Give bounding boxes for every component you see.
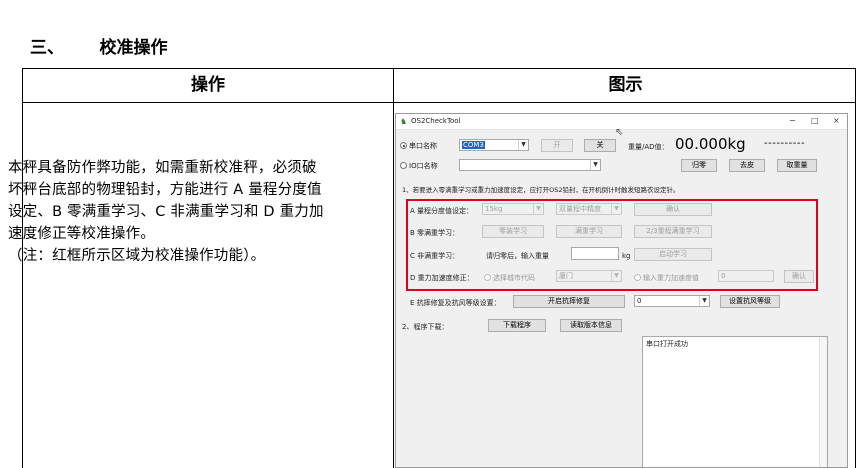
window-title: OS2CheckTool <box>411 117 461 125</box>
precision-value: 双量程中精度 <box>559 205 601 213</box>
description-line: 本秤具备防作弊功能，如需重新校准秤，必须破 <box>8 160 317 176</box>
zero-full-label: B 零满重学习： <box>410 229 460 237</box>
dual-range-learn-button[interactable]: 2/3重程满重学习 <box>634 225 712 238</box>
weight-readout: 00.000kg <box>675 135 746 153</box>
tamper-repair-button[interactable]: 开启抗摔修复 <box>513 295 625 308</box>
gravity-input-label: 输入重力加速度值 <box>643 274 699 282</box>
close-icon[interactable]: × <box>833 116 840 125</box>
fetch-weight-button[interactable]: 取重量 <box>777 159 817 172</box>
chevron-down-icon: ▼ <box>611 204 621 214</box>
full-learn-button[interactable]: 满重学习 <box>556 225 622 238</box>
weight-ad-label: 重量/AD值： <box>628 143 669 151</box>
region-select[interactable]: 厦门 ▼ <box>556 270 622 282</box>
app-window: ♞ OS2CheckTool − □ × ⇖ 串口名称 COM3 ▼ 开 关 重量… <box>395 113 848 468</box>
nonfull-unit: kg <box>622 252 631 260</box>
set-wind-level-button[interactable]: 设置抗风等级 <box>720 295 780 308</box>
precision-select[interactable]: 双量程中精度 ▼ <box>556 203 622 215</box>
io-port-label: IO口名称 <box>409 162 438 170</box>
log-output[interactable]: 串口打开成功 <box>642 336 828 467</box>
serial-port-label: 串口名称 <box>409 142 437 150</box>
tare-button[interactable]: 去皮 <box>729 159 765 172</box>
nonfull-hint: 请归零后，输入重量 <box>486 252 549 260</box>
log-line: 串口打开成功 <box>646 340 688 348</box>
serial-port-radio[interactable] <box>400 142 407 149</box>
section-number: 三、 <box>30 38 64 58</box>
ad-readout: ---------- <box>764 138 806 149</box>
chevron-down-icon: ▼ <box>590 160 600 170</box>
nonfull-label: C 非满重学习： <box>410 252 460 260</box>
chevron-down-icon: ▼ <box>533 204 543 214</box>
nonfull-weight-input[interactable] <box>571 247 619 260</box>
column-divider <box>393 69 394 468</box>
serial-port-select[interactable]: COM3 ▼ <box>459 139 529 151</box>
section-title: 三、 校准操作 <box>30 33 168 58</box>
chevron-down-icon: ▼ <box>518 140 528 150</box>
range-confirm-button[interactable]: 确认 <box>634 203 712 216</box>
wind-level-value: 0 <box>637 297 642 305</box>
serial-port-value: COM3 <box>462 141 485 149</box>
io-port-select[interactable]: ▼ <box>459 159 601 171</box>
range-label: A 量程分度值设定： <box>410 207 474 215</box>
gravity-confirm-button[interactable]: 确认 <box>784 270 814 283</box>
wind-level-select[interactable]: 0 ▼ <box>634 295 710 307</box>
range-select[interactable]: 15kg ▼ <box>482 203 544 215</box>
read-version-button[interactable]: 读取版本信息 <box>560 319 622 332</box>
zero-learn-button[interactable]: 零装学习 <box>482 225 544 238</box>
region-radio[interactable] <box>484 274 491 281</box>
chevron-down-icon: ▼ <box>699 296 709 306</box>
range-value: 15kg <box>485 205 503 213</box>
start-learn-button[interactable]: 启动学习 <box>634 248 712 261</box>
gravity-label: D 重力加速度修正： <box>410 274 474 282</box>
header-operation: 操作 <box>191 75 225 95</box>
zero-button[interactable]: 归零 <box>681 159 717 172</box>
gravity-value-input[interactable]: 0 <box>718 270 774 282</box>
log-scrollbar[interactable] <box>819 337 827 467</box>
app-icon: ♞ <box>400 117 408 126</box>
maximize-icon[interactable]: □ <box>811 116 819 125</box>
gravity-input-radio[interactable] <box>634 274 641 281</box>
section-title-text: 校准操作 <box>99 38 168 58</box>
description-line: 坏秤台底部的物理铅封，方能进行 A 量程分度值 <box>8 182 322 198</box>
description-line: 设定、B 零满重学习、C 非满重学习和 D 重力加 <box>8 204 324 220</box>
chevron-down-icon: ▼ <box>611 271 621 281</box>
download-program-button[interactable]: 下载程序 <box>488 319 546 332</box>
close-port-button[interactable]: 关 <box>584 139 616 152</box>
download-label: 2、程序下载： <box>402 323 449 331</box>
calibration-instruction: 1、若要进入零满重学习或重力加速度设定，应打开OS2铅封，在开机倒计时触发短路衣… <box>402 186 680 194</box>
region-option-label: 选择城市代码 <box>493 274 535 282</box>
minimize-icon[interactable]: − <box>789 116 796 125</box>
header-divider <box>23 102 855 103</box>
cursor-icon: ⇖ <box>615 127 624 138</box>
open-port-button[interactable]: 开 <box>541 139 573 152</box>
operation-description: 本秤具备防作弊功能，如需重新校准秤，必须破 坏秤台底部的物理铅封，方能进行 A … <box>8 157 364 267</box>
header-illustration: 图示 <box>608 75 643 95</box>
gravity-input-value: 0 <box>721 272 726 280</box>
region-value: 厦门 <box>559 272 573 280</box>
io-port-radio[interactable] <box>400 162 407 169</box>
description-line: 速度修正等校准操作。 <box>8 226 155 242</box>
description-note: （注：红框所示区域为校准操作功能）。 <box>8 248 266 264</box>
tamper-label: E 抗摔修复及抗风等级设置： <box>410 299 501 307</box>
